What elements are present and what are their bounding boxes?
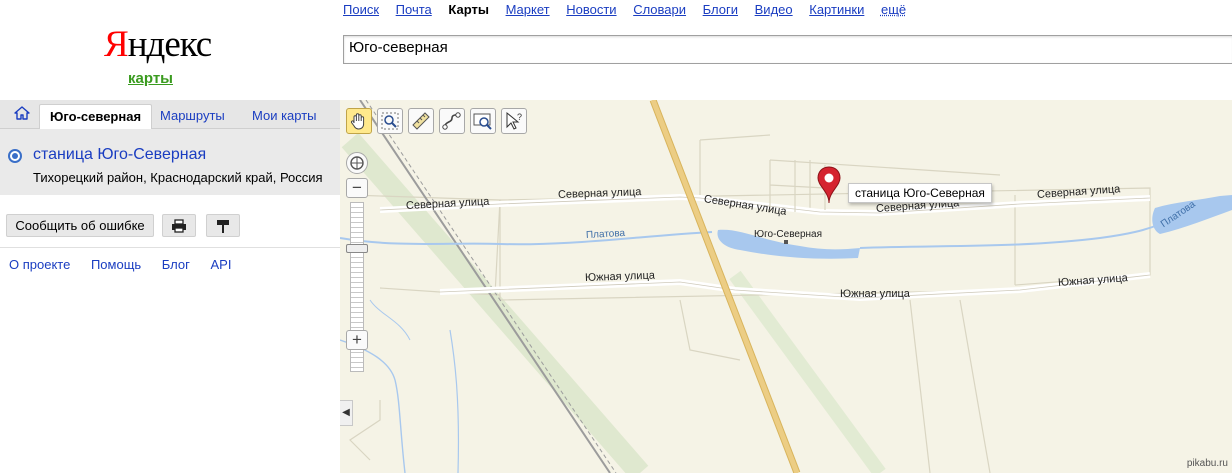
pointer-help-icon: ? [506,111,522,130]
nav-news[interactable]: Новости [566,2,616,17]
zoom-out-button[interactable]: − [346,178,368,198]
layers-search-button[interactable] [470,108,496,134]
link-about[interactable]: О проекте [9,257,70,272]
home-icon[interactable] [14,106,30,120]
tab-routes[interactable]: Маршруты [160,104,225,128]
link-button[interactable] [206,214,240,237]
zoom-slider-thumb[interactable] [346,243,368,253]
river-label: Платова [585,227,626,241]
map-canvas[interactable] [340,100,1232,473]
nav-video[interactable]: Видео [755,2,793,17]
search-box [343,35,1232,64]
search-input[interactable] [344,36,1214,59]
route-icon [442,112,461,130]
collapse-panel-button[interactable]: ◀ [340,400,353,426]
hand-icon [350,113,365,130]
panel-tabs: Юго-северная Маршруты Мои карты [0,100,340,130]
zoom-area-button[interactable] [377,108,403,134]
nav-maps: Карты [448,2,489,17]
services-nav: Поиск Почта Карты Маркет Новости Словари… [343,2,919,17]
settlement-label: Юго-Северная [754,229,823,240]
link-blog[interactable]: Блог [162,257,190,272]
svg-text:?: ? [517,112,522,122]
magnifier-icon [473,113,492,130]
service-name-link[interactable]: карты [128,70,173,87]
signpost-icon [217,220,229,233]
watermark: pikabu.ru [1186,458,1228,469]
route-button[interactable] [439,108,465,134]
print-button[interactable] [162,214,196,237]
nav-blogs[interactable]: Блоги [703,2,738,17]
result-selected-radio[interactable] [8,149,22,163]
ruler-icon [412,112,430,130]
map-view[interactable]: Северная улица Северная улица Северная у… [340,100,1232,473]
pointer-help-button[interactable]: ? [501,108,527,134]
left-panel: Юго-северная Маршруты Мои карты станица … [0,100,341,473]
nav-images[interactable]: Картинки [809,2,864,17]
tab-my-maps[interactable]: Мои карты [252,104,317,128]
nav-search[interactable]: Поиск [343,2,379,17]
zoom-area-icon [381,112,399,130]
printer-icon [172,219,186,233]
nav-market[interactable]: Маркет [506,2,550,17]
logo-first-letter: Я [104,24,129,65]
link-api[interactable]: API [211,257,232,272]
yandex-logo[interactable]: Яндекс карты [104,24,212,87]
street-label: Южная улица [584,269,656,284]
compass-icon [350,156,364,170]
location-balloon[interactable]: станица Юго-Северная [848,183,992,203]
ruler-button[interactable] [408,108,434,134]
search-result[interactable]: станица Юго-Северная Тихорецкий район, К… [0,129,340,195]
location-marker-icon[interactable] [817,166,841,204]
street-label: Южная улица [840,288,910,300]
zoom-in-button[interactable]: + [346,330,368,350]
divider [0,247,340,248]
hand-tool-button[interactable] [346,108,372,134]
nav-more[interactable]: ещё [881,2,906,17]
footer-links: О проекте Помощь Блог API [9,257,248,272]
nav-dictionaries[interactable]: Словари [633,2,686,17]
result-title[interactable]: станица Юго-Северная [33,146,206,164]
nav-mail[interactable]: Почта [396,2,432,17]
reset-view-button[interactable] [346,152,368,174]
report-error-button[interactable]: Сообщить об ошибке [6,214,154,237]
logo-wordmark: Яндекс [104,24,212,65]
logo-rest: ндекс [127,24,213,65]
result-address: Тихорецкий район, Краснодарский край, Ро… [33,170,323,185]
zoom-control: − + [345,152,369,372]
tab-search[interactable]: Юго-северная [39,104,153,130]
link-help[interactable]: Помощь [91,257,141,272]
